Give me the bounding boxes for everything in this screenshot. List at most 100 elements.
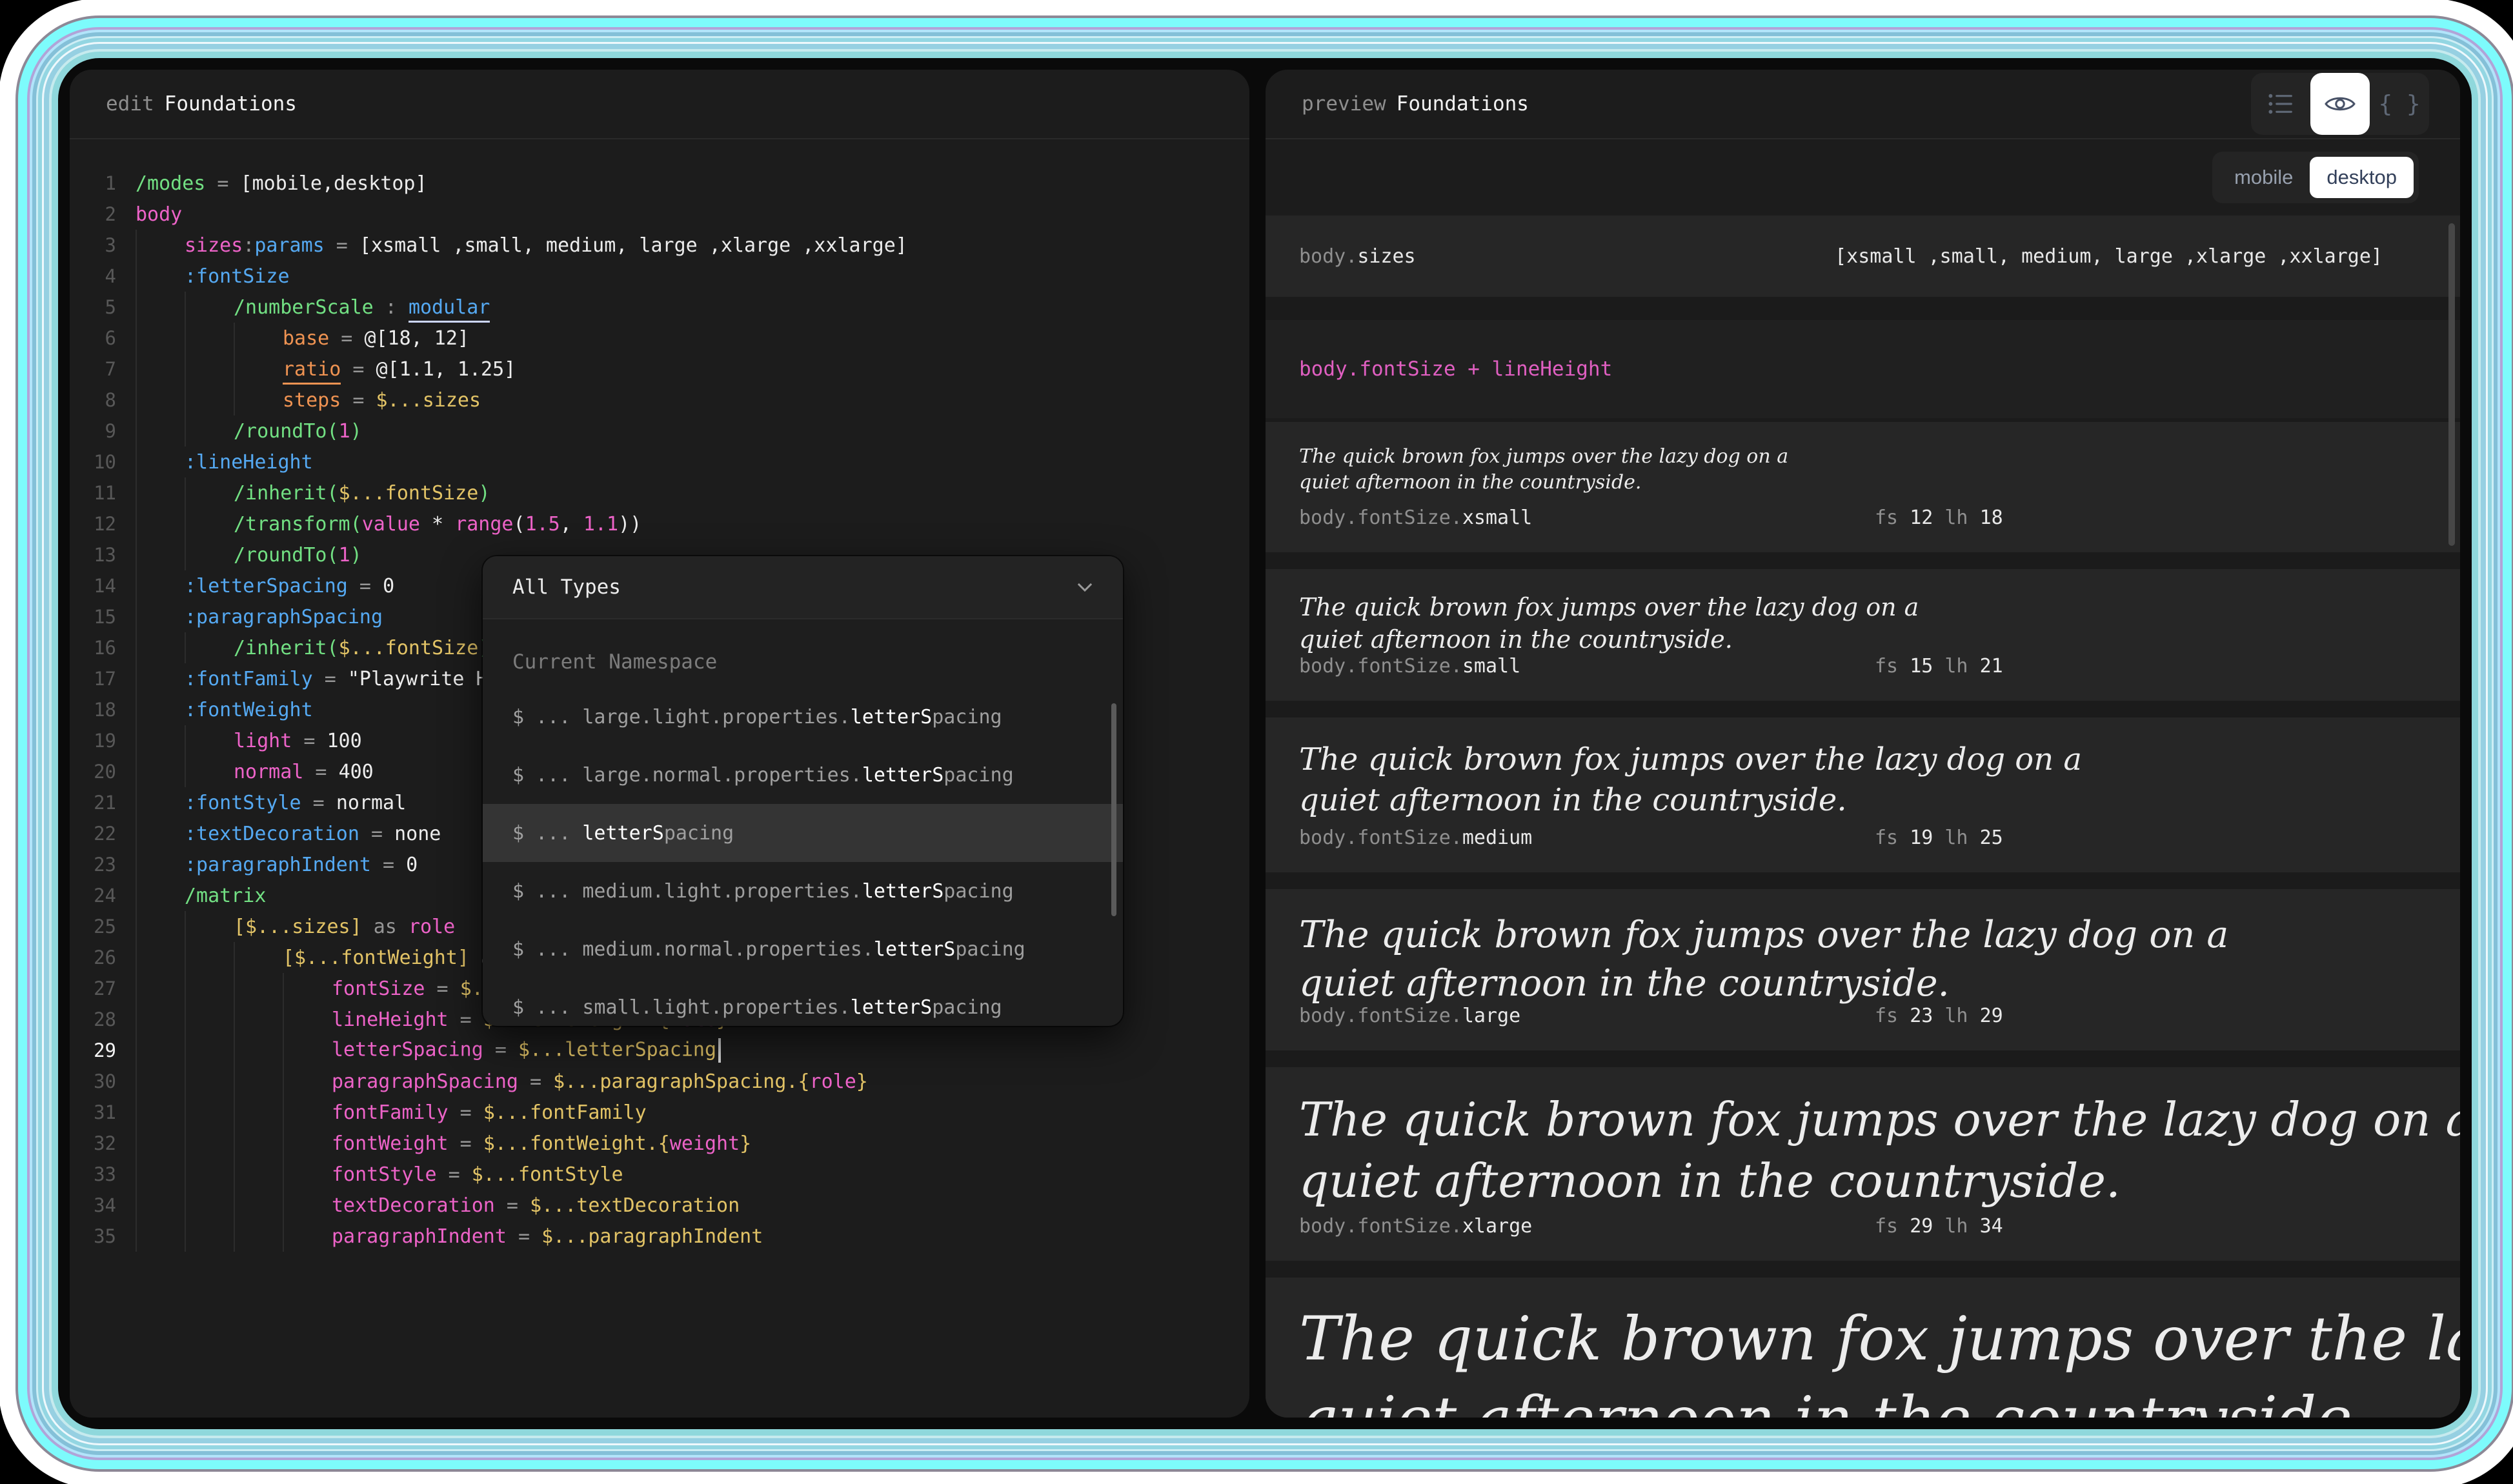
indent-guide (136, 1097, 185, 1128)
code-text: :textDecoration = none (185, 823, 441, 845)
code-text: /numberScale : modular (234, 296, 490, 319)
preview-scroll-area[interactable]: body.sizes[xsmall ,small, medium, large … (1266, 216, 2460, 1418)
line-number: 17 (70, 668, 116, 690)
code-line[interactable]: 34textDecoration = $...textDecoration (70, 1190, 1249, 1221)
token-name: body.fontSize.large (1299, 1005, 1520, 1027)
code-line[interactable]: 1/modes = [mobile,desktop] (70, 168, 1249, 199)
indent-guide (185, 1097, 234, 1128)
line-number: 14 (70, 575, 116, 597)
code-text: fontWeight = $...fontWeight.{weight} (332, 1132, 751, 1155)
code-text: fontStyle = $...fontStyle (332, 1163, 623, 1186)
indent-guide (136, 385, 185, 416)
indent-guide (234, 1097, 283, 1128)
token-name: body.fontSize.xlarge (1299, 1215, 1532, 1238)
namespace-section-label: Current Namespace (483, 636, 1123, 688)
code-line[interactable]: 32fontWeight = $...fontWeight.{weight} (70, 1128, 1249, 1159)
code-line[interactable]: 5/numberScale : modular (70, 292, 1249, 323)
indent-guide (136, 694, 185, 725)
indent-guide (185, 477, 234, 508)
list-view-button[interactable] (2251, 73, 2310, 135)
preview-row[interactable]: The quick brown fox jumps over the lazy … (1266, 717, 2460, 872)
suggestion-item[interactable]: $ ... letterSpacing (483, 804, 1123, 862)
preview-toolbar: mobile desktop (1266, 139, 2460, 216)
dropdown-scrollbar[interactable] (1111, 703, 1116, 916)
code-line[interactable]: 31fontFamily = $...fontFamily (70, 1097, 1249, 1128)
preview-row[interactable]: The quick brown fox jumps over the lazy … (1266, 422, 2460, 552)
preview-row[interactable]: The quick brown fox jumps over the lazy … (1266, 1278, 2460, 1418)
preview-header: preview Foundations (1266, 70, 2460, 139)
line-number: 24 (70, 885, 116, 907)
code-line[interactable]: 35paragraphIndent = $...paragraphIndent (70, 1221, 1249, 1252)
preview-row[interactable]: The quick brown fox jumps over the lazy … (1266, 1067, 2460, 1261)
indent-guide (283, 1004, 332, 1035)
indent-guide (136, 601, 185, 632)
suggestion-item[interactable]: $ ... small.light.properties.letterSpaci… (483, 978, 1123, 1026)
code-text: :fontFamily = "Playwrite HR" (185, 668, 511, 690)
code-text: :fontWeight (185, 699, 313, 721)
line-number: 18 (70, 699, 116, 721)
code-text: :paragraphSpacing (185, 606, 383, 628)
preview-row[interactable]: The quick brown fox jumps over the lazy … (1266, 569, 2460, 701)
indent-guide (234, 1221, 283, 1252)
code-text: /inherit($...fontSize) (234, 637, 490, 659)
preview-panel: preview Foundations (1266, 70, 2460, 1418)
line-number: 19 (70, 730, 116, 752)
line-number: 8 (70, 389, 116, 411)
token-metrics: fs 12 lh 18 (1875, 506, 2003, 529)
code-text: light = 100 (234, 730, 362, 752)
indent-guide (185, 1066, 234, 1097)
line-number: 33 (70, 1163, 116, 1185)
suggestion-item[interactable]: $ ... large.normal.properties.letterSpac… (483, 746, 1123, 804)
desktop-toggle-button[interactable]: desktop (2310, 157, 2414, 198)
code-text: /roundTo(1) (234, 420, 362, 443)
sample-text: The quick brown fox jumps over the lazy … (1299, 1089, 2460, 1212)
indent-guide (185, 539, 234, 570)
code-line[interactable]: 10:lineHeight (70, 446, 1249, 477)
text-cursor (718, 1038, 721, 1063)
line-number: 6 (70, 327, 116, 349)
token-row-sizes[interactable]: body.sizes[xsmall ,small, medium, large … (1266, 216, 2460, 297)
suggestion-item[interactable]: $ ... large.light.properties.letterSpaci… (483, 688, 1123, 746)
indent-guide (136, 911, 185, 942)
code-line[interactable]: 2body (70, 199, 1249, 230)
type-filter[interactable]: All Types (483, 556, 1123, 619)
code-line[interactable]: 7ratio = @[1.1, 1.25] (70, 354, 1249, 385)
token-metrics: fs 23 lh 29 (1875, 1005, 2003, 1027)
mobile-toggle-button[interactable]: mobile (2217, 157, 2310, 198)
suggestion-item[interactable]: $ ... medium.normal.properties.letterSpa… (483, 920, 1123, 978)
indent-guide (185, 1128, 234, 1159)
code-line[interactable]: 6base = @[18, 12] (70, 323, 1249, 354)
preview-mode-label: preview (1302, 92, 1386, 115)
code-text: sizes:params = [xsmall ,small, medium, l… (185, 234, 907, 257)
code-line[interactable]: 29letterSpacing = $...letterSpacing (70, 1035, 1249, 1066)
line-number: 29 (70, 1039, 116, 1061)
code-line[interactable]: 30paragraphSpacing = $...paragraphSpacin… (70, 1066, 1249, 1097)
section-header: body.fontSize + lineHeight (1266, 320, 2460, 418)
code-view-button[interactable]: { } (2370, 73, 2429, 135)
view-switcher: { } (2251, 73, 2429, 135)
preview-row[interactable]: The quick brown fox jumps over the lazy … (1266, 889, 2460, 1050)
code-line[interactable]: 3sizes:params = [xsmall ,small, medium, … (70, 230, 1249, 261)
indent-guide (185, 385, 234, 416)
code-line[interactable]: 33 fontStyle = $...fontStyle (70, 1159, 1249, 1190)
indent-guide (283, 1035, 332, 1066)
code-line[interactable]: 8steps = $...sizes (70, 385, 1249, 416)
code-line[interactable]: 9/roundTo(1) (70, 416, 1249, 446)
eye-view-button[interactable] (2310, 73, 2370, 135)
indent-guide (136, 725, 185, 756)
indent-guide (136, 1128, 185, 1159)
indent-guide (136, 663, 185, 694)
indent-guide (136, 446, 185, 477)
indent-guide (136, 508, 185, 539)
indent-guide (136, 849, 185, 880)
preview-scrollbar[interactable] (2448, 223, 2455, 546)
indent-guide (136, 1190, 185, 1221)
suggestion-item[interactable]: $ ... medium.light.properties.letterSpac… (483, 862, 1123, 920)
code-text: :fontSize (185, 265, 290, 288)
code-line[interactable]: 12/transform(value * range(1.5, 1.1)) (70, 508, 1249, 539)
type-filter-label: All Types (512, 576, 621, 599)
code-line[interactable]: 4:fontSize (70, 261, 1249, 292)
code-line[interactable]: 11/inherit($...fontSize) (70, 477, 1249, 508)
indent-guide (234, 942, 283, 973)
line-number: 25 (70, 916, 116, 938)
